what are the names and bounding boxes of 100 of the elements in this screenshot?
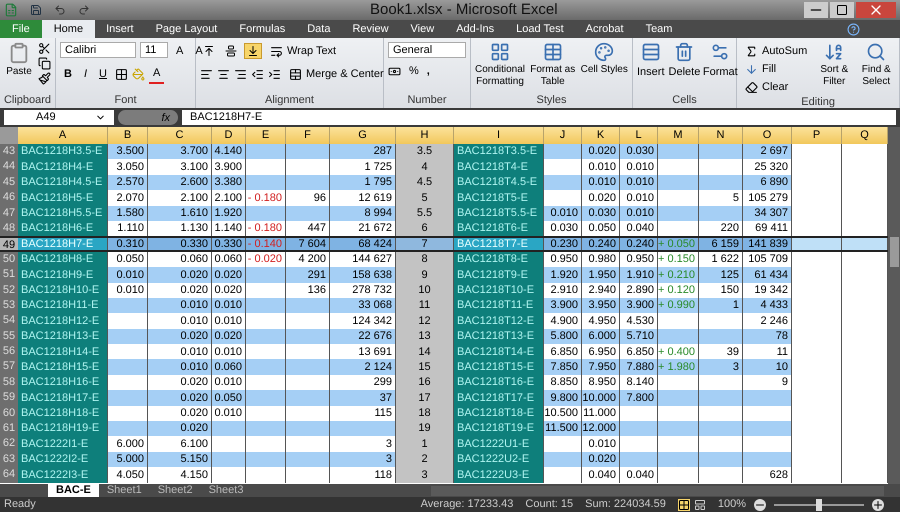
ribbon-tab[interactable]: Load Test <box>505 20 575 38</box>
vertical-scrollbar[interactable] <box>888 127 900 484</box>
fill-color-icon[interactable] <box>132 68 145 81</box>
paste-button[interactable]: Paste <box>4 42 34 94</box>
table-row[interactable]: 48 BAC1218H6-E 1.110 1.130 1.140 - 0.180 447 21 672 6 BAC1218T6-E 0.030 0.050 0.040 220 69 411 <box>0 220 888 236</box>
clear-button[interactable]: Clear <box>741 78 812 96</box>
row-header[interactable]: 59 <box>0 390 18 406</box>
horizontal-scrollbar[interactable] <box>431 486 884 496</box>
ribbon-tab[interactable]: Acrobat <box>574 20 635 38</box>
row-header[interactable]: 54 <box>0 313 18 329</box>
table-row[interactable]: 46 BAC1218H5-E 2.070 2.100 2.100 - 0.180 96 12 619 5 BAC1218T5-E 0.020 0.010 5 105 279 <box>0 190 888 206</box>
row-header[interactable]: 53 <box>0 298 18 314</box>
normal-view-icon[interactable] <box>678 498 690 510</box>
table-row[interactable]: 44 BAC1218H4-E 3.050 3.100 3.900 1 725 4 BAC1218T4-E 0.010 0.010 25 320 <box>0 159 888 175</box>
copy-icon[interactable] <box>38 57 51 70</box>
row-header[interactable]: 56 <box>0 344 18 360</box>
table-row[interactable]: 50 BAC1218H8-E 0.050 0.060 0.060 - 0.020 4 200 144 627 8 BAC1218T8-E 0.950 0.980 0.950 + 0.150 1 622 105 709 <box>0 252 888 268</box>
find-select-button[interactable]: Find & Select <box>857 42 896 96</box>
table-row[interactable]: 55 BAC1218H13-E 0.020 0.020 22 676 13 BAC1218T13-E 5.800 6.000 5.710 78 <box>0 328 888 344</box>
styles-button[interactable]: Format as Table <box>529 42 576 94</box>
ribbon-tab[interactable]: Home <box>42 20 96 38</box>
currency-icon[interactable] <box>388 64 401 78</box>
row-header[interactable]: 60 <box>0 406 18 422</box>
table-row[interactable]: 62 BAC1222I1-E 6.000 6.100 3 1 BAC1222U1-E 0.010 <box>0 436 888 452</box>
close-icon[interactable] <box>856 2 896 18</box>
align-right-icon[interactable] <box>234 68 247 80</box>
page-layout-icon[interactable] <box>694 498 706 510</box>
styles-button[interactable]: Cell Styles <box>580 42 628 94</box>
vertical-align-button[interactable] <box>244 43 262 59</box>
zoom-out-icon[interactable] <box>754 498 766 510</box>
row-header[interactable]: 55 <box>0 328 18 344</box>
font-name-field[interactable]: Calibri <box>60 42 136 58</box>
ribbon-tab[interactable]: View <box>400 20 446 38</box>
cells-button[interactable]: Delete <box>668 42 700 94</box>
font-size-field[interactable]: 11 <box>140 42 168 58</box>
row-header[interactable]: 50 <box>0 252 18 268</box>
selected-row[interactable]: 49 BAC1218H7-E 0.310 0.330 0.330 - 0.140 7 604 68 424 7 BAC1218T7-E 0.230 0.240 0.240 + 0.050 6 159 141 839 <box>0 236 888 252</box>
table-row[interactable]: 52 BAC1218H10-E 0.010 0.020 0.020 136 278 732 10 BAC1218T10-E 2.910 2.940 2.890 + 0.120 150 19 342 <box>0 282 888 298</box>
align-left-icon[interactable] <box>200 68 213 80</box>
save-icon[interactable] <box>30 4 42 16</box>
insert-function-button[interactable]: fx <box>118 110 178 125</box>
sort-filter-button[interactable]: Sort & Filter <box>815 42 854 96</box>
table-row[interactable]: 54 BAC1218H12-E 0.010 0.010 124 342 12 BAC1218T12-E 4.900 4.950 4.530 2 246 <box>0 313 888 329</box>
zoom-slider-thumb[interactable] <box>816 498 822 510</box>
ribbon-tab[interactable]: Review <box>341 20 400 38</box>
borders-icon[interactable] <box>114 68 128 81</box>
table-row[interactable]: 63 BAC1222I2-E 5.000 5.150 3 2 BAC1222U2-E 0.020 <box>0 452 888 468</box>
row-header[interactable]: 61 <box>0 421 18 436</box>
italic-button[interactable]: I <box>80 66 92 82</box>
wrap-text-button[interactable]: Wrap Text <box>266 42 340 60</box>
bold-button[interactable]: B <box>60 66 76 82</box>
table-row[interactable]: 57 BAC1218H15-E 0.010 0.060 2 124 15 BAC1218T15-E 7.850 7.950 7.880 + 1.980 3 10 <box>0 359 888 375</box>
help-icon[interactable] <box>847 23 860 36</box>
row-header[interactable]: 62 <box>0 436 18 452</box>
row-header[interactable]: 47 <box>0 206 18 221</box>
row-header[interactable]: 51 <box>0 267 18 283</box>
zoom-in-icon[interactable] <box>872 498 884 510</box>
table-row[interactable]: 60 BAC1218H18-E 0.020 0.010 115 18 BAC1218T18-E 10.500 11.000 <box>0 406 888 422</box>
table-row[interactable]: 59 BAC1218H17-E 0.020 0.050 37 17 BAC1218T17-E 9.800 10.000 7.800 <box>0 390 888 406</box>
table-row[interactable]: 58 BAC1218H16-E 0.020 0.010 299 16 BAC1218T16-E 8.850 8.950 8.140 9 <box>0 374 888 390</box>
styles-button[interactable]: Conditional Formatting <box>475 42 525 94</box>
autosum-button[interactable]: AutoSum <box>741 42 812 60</box>
sheet-tab[interactable]: Sheet1 <box>98 484 150 497</box>
row-header[interactable]: 46 <box>0 190 18 206</box>
grow-font-button[interactable]: A <box>172 42 188 60</box>
name-box[interactable]: A49 <box>4 110 114 125</box>
undo-icon[interactable] <box>54 4 66 16</box>
cut-icon[interactable] <box>38 42 51 55</box>
decrease-indent-icon[interactable] <box>251 68 264 80</box>
ribbon-tab[interactable]: Insert <box>95 20 145 38</box>
table-row[interactable]: 45 BAC1218H4.5-E 2.570 2.600 3.380 1 795 4.5 BAC1218T4.5-E 0.010 0.010 6 890 <box>0 174 888 190</box>
comma-button[interactable]: , <box>426 63 430 80</box>
shrink-font-button[interactable]: A <box>191 42 207 60</box>
ribbon-tab[interactable]: File <box>0 20 42 38</box>
format-painter-icon[interactable] <box>38 72 51 85</box>
font-color-button[interactable]: A <box>148 65 164 84</box>
formula-field[interactable]: BAC1218H7-E <box>182 110 896 125</box>
table-row[interactable]: 53 BAC1218H11-E 0.010 0.010 33 068 11 BAC1218T11-E 3.900 3.950 3.900 + 0.990 1 4 433 <box>0 298 888 314</box>
redo-icon[interactable] <box>78 4 90 16</box>
minimize-icon[interactable] <box>804 2 828 18</box>
table-row[interactable]: 47 BAC1218H5.5-E 1.580 1.610 1.920 8 994 5.5 BAC1218T5.5-E 0.010 0.030 0.010 34 307 <box>0 206 888 221</box>
row-header[interactable]: 57 <box>0 359 18 375</box>
row-header[interactable]: 44 <box>0 159 18 175</box>
table-row[interactable]: 64 BAC1222I3-E 4.050 4.150 118 3 BAC1222U3-E 0.040 0.040 628 <box>0 467 888 483</box>
fill-button[interactable]: Fill <box>741 60 812 78</box>
align-center-icon[interactable] <box>217 68 230 80</box>
sheet-tab[interactable]: Sheet2 <box>150 484 201 497</box>
row-header[interactable]: 64 <box>0 467 18 483</box>
cells-button[interactable]: Format <box>704 42 736 94</box>
table-row[interactable]: 56 BAC1218H14-E 0.010 0.010 13 691 14 BAC1218T14-E 6.850 6.950 6.850 + 0.400 39 11 <box>0 344 888 360</box>
table-row[interactable]: 61 BAC1218H19-E 0.020 19 BAC1218T19-E 11.500 12.000 <box>0 421 888 436</box>
row-header[interactable]: 45 <box>0 174 18 190</box>
row-header[interactable]: 48 <box>0 220 18 236</box>
table-row[interactable]: 43 BAC1218H3.5-E 3.500 3.700 4.140 287 3.5 BAC1218T3.5-E 0.020 0.030 2 697 <box>0 144 888 160</box>
row-header[interactable]: 63 <box>0 452 18 468</box>
underline-button[interactable]: U <box>95 66 111 82</box>
maximize-icon[interactable] <box>830 2 854 18</box>
percent-button[interactable]: % <box>409 63 419 80</box>
ribbon-tab[interactable]: Add-Ins <box>445 20 506 38</box>
number-format-field[interactable]: General <box>388 42 466 58</box>
